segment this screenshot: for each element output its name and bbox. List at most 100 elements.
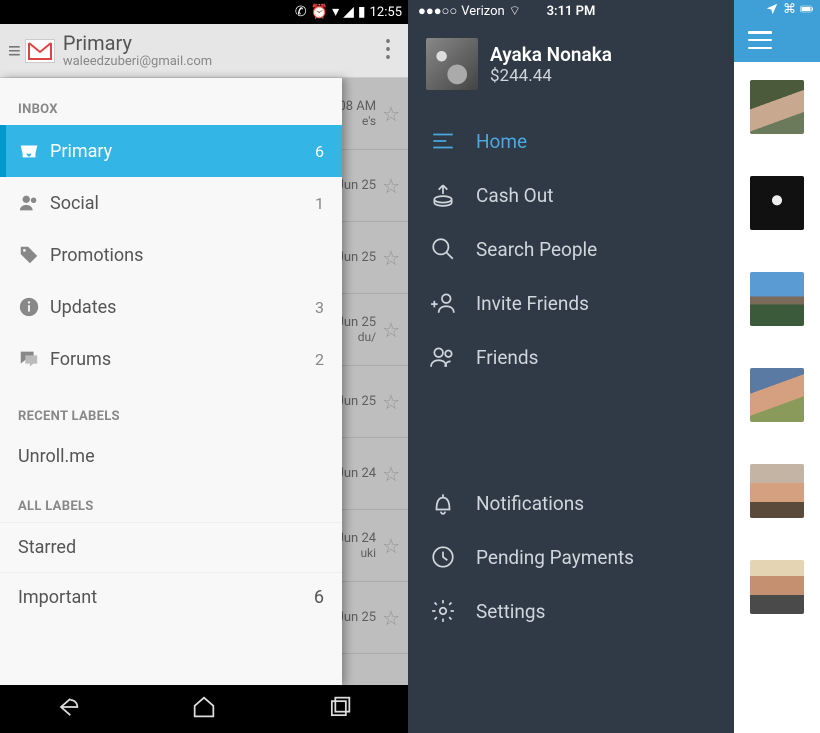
recents-button[interactable] (326, 693, 354, 725)
nav-label: Home (476, 130, 527, 153)
avatar[interactable] (750, 272, 804, 326)
battery-icon (800, 2, 814, 16)
nav-count: 2 (315, 350, 324, 369)
bg-sub: uki (337, 546, 376, 560)
nav-count: 1 (315, 194, 324, 213)
android-navbar (0, 685, 408, 733)
nav-label: Forums (50, 349, 315, 370)
avatar[interactable] (750, 176, 804, 230)
nav-item-invite[interactable]: Invite Friends (408, 276, 734, 330)
star-icon[interactable]: ☆ (382, 318, 400, 342)
label-item-important[interactable]: Important 6 (0, 572, 342, 622)
location-icon (765, 2, 779, 16)
nav-count: 3 (315, 298, 324, 317)
nav-item-social[interactable]: Social 1 (0, 177, 342, 229)
status-time: 12:55 (370, 5, 402, 20)
label-item-unrollme[interactable]: Unroll.me (0, 432, 342, 481)
invite-icon (430, 290, 456, 316)
ios-statusbar: ⌘ (734, 0, 820, 18)
nav-label: Social (50, 193, 315, 214)
nav-item-friends[interactable]: Friends (408, 330, 734, 384)
star-icon[interactable]: ☆ (382, 246, 400, 270)
nav-label: Promotions (50, 245, 324, 266)
gear-icon (430, 598, 456, 624)
star-icon[interactable]: ☆ (382, 606, 400, 630)
star-icon[interactable]: ☆ (382, 390, 400, 414)
nav-item-primary[interactable]: Primary 6 (0, 125, 342, 177)
nav-label: Updates (50, 297, 315, 318)
header-title: Primary (63, 32, 376, 55)
nav-item-forums[interactable]: Forums 2 (0, 333, 342, 385)
nav-item-home[interactable]: Home (408, 114, 734, 168)
bell-icon (430, 490, 456, 516)
header-email: waleedzuberi@gmail.com (63, 55, 376, 70)
nav-label: Cash Out (476, 184, 553, 207)
drawer-toggle-icon[interactable]: ≡ (8, 38, 21, 64)
nav-item-notifications[interactable]: Notifications (408, 476, 734, 530)
section-header-all: ALL LABELS (0, 481, 342, 522)
nav-label: Settings (476, 600, 545, 623)
signal-icon: ◢ (343, 4, 354, 20)
profile-balance: $244.44 (490, 66, 612, 86)
nav-label: Primary (50, 141, 315, 162)
wifi-icon: ▾ (332, 4, 339, 20)
bg-time: Jun 25 (337, 250, 376, 265)
bg-time: Jun 25 (337, 610, 376, 625)
profile-avatar (426, 38, 478, 90)
alarm-icon: ⏰ (311, 4, 328, 20)
search-icon (430, 236, 456, 262)
star-icon[interactable]: ☆ (382, 174, 400, 198)
inbox-icon (18, 140, 50, 162)
bg-time: Jun 25 (337, 315, 376, 330)
forum-icon (18, 348, 50, 370)
overflow-menu-icon[interactable]: ••• (376, 39, 400, 63)
info-icon (18, 296, 50, 318)
bg-time: Jun 24 (337, 531, 376, 546)
nav-label: Important (18, 587, 314, 608)
battery-icon: ▮ (358, 4, 366, 20)
nav-count: 6 (314, 587, 324, 608)
nav-count: 6 (315, 142, 324, 161)
nav-label: Friends (476, 346, 538, 369)
avatar[interactable] (750, 368, 804, 422)
feed-sliver-screen: ⌘ (734, 0, 820, 733)
clock-icon (430, 544, 456, 570)
section-header-inbox: INBOX (0, 86, 342, 125)
profile-name: Ayaka Nonaka (490, 43, 612, 66)
tag-icon (18, 244, 50, 266)
hamburger-menu-icon[interactable] (748, 31, 772, 49)
ios-statusbar: ●●●○○ Verizon ⌔ 3:11 PM (408, 0, 734, 22)
star-icon[interactable]: ☆ (382, 102, 400, 126)
gmail-header: ≡ Primary waleedzuberi@gmail.com ••• (0, 24, 408, 78)
avatar-list (734, 62, 820, 733)
profile-header[interactable]: Ayaka Nonaka $244.44 (408, 22, 734, 114)
blue-header: ⌘ (734, 0, 820, 62)
nav-label: Starred (18, 537, 324, 558)
nav-item-search[interactable]: Search People (408, 222, 734, 276)
status-time: 3:11 PM (408, 4, 734, 19)
nav-label: Pending Payments (476, 546, 634, 569)
label-item-starred[interactable]: Starred (0, 522, 342, 572)
back-button[interactable] (54, 693, 82, 725)
phone-icon: ✆ (295, 4, 307, 20)
gmail-android-screen: ✆ ⏰ ▾ ◢ ▮ 12:55 ≡ Primary waleedzuberi@g… (0, 0, 408, 733)
avatar[interactable] (750, 560, 804, 614)
bg-time: Jun 25 (337, 394, 376, 409)
avatar[interactable] (750, 80, 804, 134)
bg-time: Jun 25 (337, 178, 376, 193)
home-button[interactable] (190, 693, 218, 725)
friends-icon (430, 344, 456, 370)
avatar[interactable] (750, 464, 804, 518)
nav-item-pending[interactable]: Pending Payments (408, 530, 734, 584)
bluetooth-icon: ⌘ (783, 2, 796, 17)
nav-item-cashout[interactable]: Cash Out (408, 168, 734, 222)
nav-item-promotions[interactable]: Promotions (0, 229, 342, 281)
gmail-logo-icon (25, 39, 55, 63)
section-header-recent: RECENT LABELS (0, 385, 342, 432)
nav-item-updates[interactable]: Updates 3 (0, 281, 342, 333)
star-icon[interactable]: ☆ (382, 462, 400, 486)
people-icon (18, 192, 50, 214)
bg-time: Jun 24 (337, 466, 376, 481)
nav-item-settings[interactable]: Settings (408, 584, 734, 638)
star-icon[interactable]: ☆ (382, 534, 400, 558)
